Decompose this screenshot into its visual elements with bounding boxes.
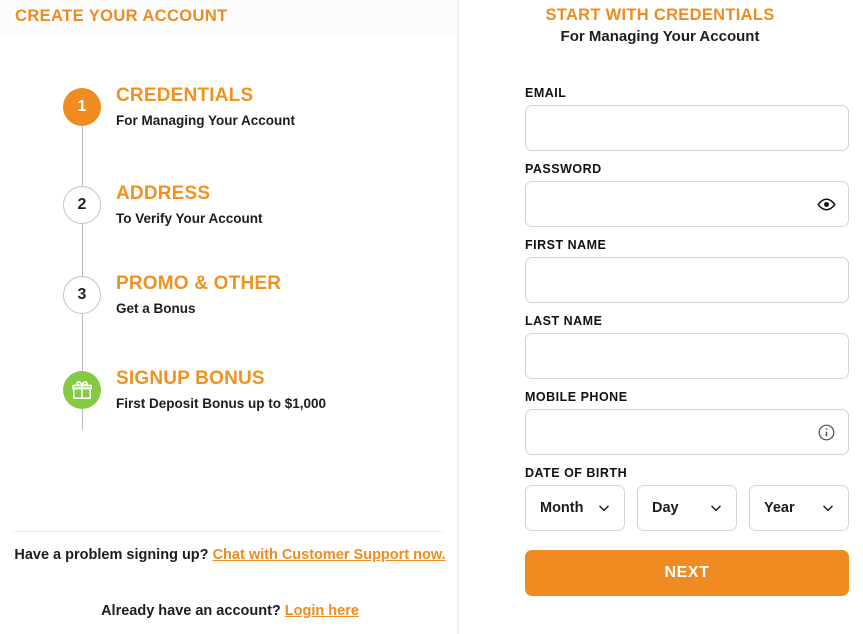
panel-divider <box>457 0 459 634</box>
form-title: START WITH CREDENTIALS <box>545 6 775 24</box>
stepper-step-credentials[interactable]: 1 CREDENTIALS For Managing Your Account <box>0 85 457 136</box>
email-input[interactable] <box>525 105 849 151</box>
mobile-phone-input[interactable] <box>525 409 849 455</box>
stepper-step-title: ADDRESS <box>116 183 211 204</box>
dob-month-select[interactable]: Month <box>525 485 625 531</box>
stepper-step-subtitle: Get a Bonus <box>116 301 196 316</box>
login-here-link[interactable]: Login here <box>285 603 359 619</box>
step-badge-label: 3 <box>77 286 87 303</box>
first-name-input-wrap <box>525 257 849 303</box>
left-panel: CREATE YOUR ACCOUNT 1 CREDENTIALS For Ma… <box>0 0 457 634</box>
step-badge-label: 1 <box>77 98 87 115</box>
password-field-group: PASSWORD <box>525 162 849 227</box>
dob-year-value: Year <box>764 500 795 516</box>
mobile-phone-input-wrap <box>525 409 849 455</box>
email-field-group: EMAIL <box>525 86 849 151</box>
gift-icon <box>63 371 101 409</box>
password-input[interactable] <box>525 181 849 227</box>
footer-divider <box>14 531 442 532</box>
stepper-step-title: PROMO & OTHER <box>116 273 282 294</box>
dob-day-select[interactable]: Day <box>637 485 737 531</box>
password-label: PASSWORD <box>525 162 602 176</box>
email-input-wrap <box>525 105 849 151</box>
last-name-label: LAST NAME <box>525 314 603 328</box>
signup-page: CREATE YOUR ACCOUNT 1 CREDENTIALS For Ma… <box>0 0 863 634</box>
step-number-1-icon: 1 <box>63 88 101 126</box>
stepper-step-text: PROMO & OTHER Get a Bonus <box>116 272 281 319</box>
right-panel: START WITH CREDENTIALS For Managing Your… <box>457 0 863 634</box>
stepper-step-subtitle: To Verify Your Account <box>116 211 263 226</box>
credentials-form: EMAIL PASSWORD FIRST NAME LAST NAME MOBI… <box>525 86 849 596</box>
info-icon[interactable] <box>816 422 836 442</box>
page-title: CREATE YOUR ACCOUNT <box>15 7 228 25</box>
login-prompt-row: Already have an account? Login here <box>10 600 450 622</box>
login-prompt-text: Already have an account? <box>101 603 281 619</box>
step-number-3-icon: 3 <box>63 276 101 314</box>
dob-day-value: Day <box>652 500 679 516</box>
next-button[interactable]: NEXT <box>525 550 849 596</box>
first-name-field-group: FIRST NAME <box>525 238 849 303</box>
chevron-down-icon <box>708 500 724 516</box>
support-prompt-text: Have a problem signing up? <box>14 547 209 563</box>
dob-month-value: Month <box>540 500 584 516</box>
stepper-step-subtitle: First Deposit Bonus up to $1,000 <box>116 396 327 411</box>
step-badge-label: 2 <box>77 196 87 213</box>
stepper-step-address[interactable]: 2 ADDRESS To Verify Your Account <box>0 183 457 234</box>
mobile-phone-field-group: MOBILE PHONE <box>525 390 849 455</box>
stepper-step-title: CREDENTIALS <box>116 85 254 106</box>
support-prompt-row: Have a problem signing up? Chat with Cus… <box>10 544 450 566</box>
email-label: EMAIL <box>525 86 567 100</box>
first-name-input[interactable] <box>525 257 849 303</box>
first-name-label: FIRST NAME <box>525 238 607 252</box>
last-name-field-group: LAST NAME <box>525 314 849 379</box>
last-name-input-wrap <box>525 333 849 379</box>
dob-row: Month Day Year <box>525 485 849 531</box>
stepper-step-text: CREDENTIALS For Managing Your Account <box>116 84 295 131</box>
dob-label: DATE OF BIRTH <box>525 466 628 480</box>
stepper-step-text: ADDRESS To Verify Your Account <box>116 182 263 229</box>
step-number-2-icon: 2 <box>63 186 101 224</box>
password-input-wrap <box>525 181 849 227</box>
stepper-step-signup-bonus[interactable]: SIGNUP BONUS First Deposit Bonus up to $… <box>0 368 457 419</box>
stepper-step-title: SIGNUP BONUS <box>116 368 265 389</box>
dob-year-select[interactable]: Year <box>749 485 849 531</box>
chevron-down-icon <box>820 500 836 516</box>
chevron-down-icon <box>596 500 612 516</box>
stepper-step-promo[interactable]: 3 PROMO & OTHER Get a Bonus <box>0 273 457 324</box>
stepper-step-subtitle: For Managing Your Account <box>116 113 296 128</box>
customer-support-link[interactable]: Chat with Customer Support now. <box>213 547 446 563</box>
stepper-step-text: SIGNUP BONUS First Deposit Bonus up to $… <box>116 367 326 414</box>
mobile-phone-label: MOBILE PHONE <box>525 390 628 404</box>
form-subtitle: For Managing Your Account <box>560 28 760 45</box>
dob-field-group: DATE OF BIRTH Month Day Year <box>525 466 849 531</box>
last-name-input[interactable] <box>525 333 849 379</box>
eye-icon[interactable] <box>816 194 836 214</box>
